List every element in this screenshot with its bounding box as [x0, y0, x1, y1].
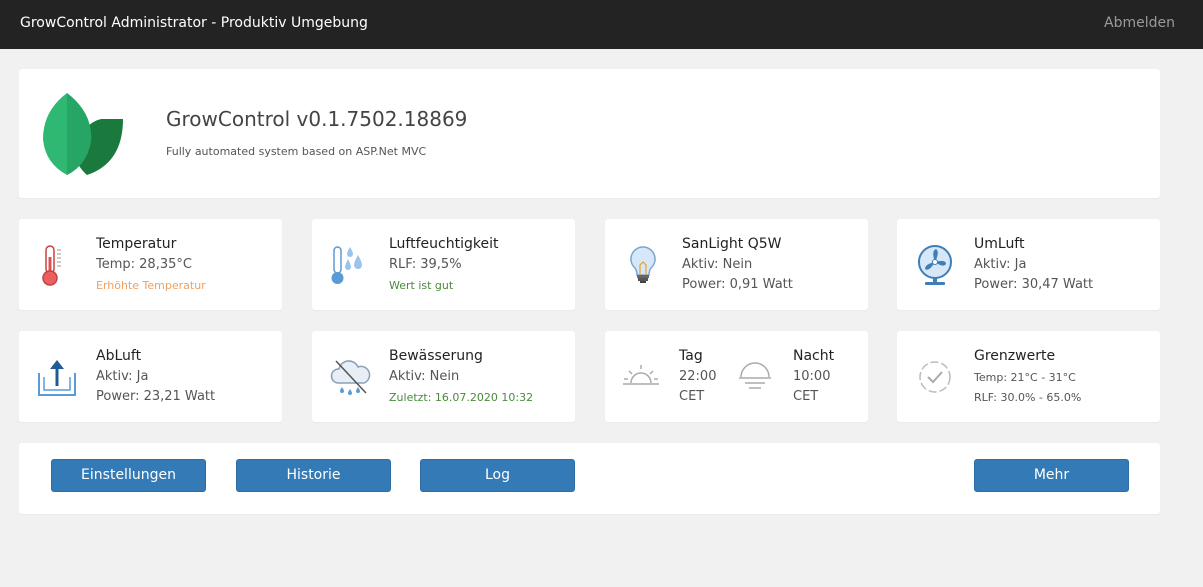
limit-humidity: RLF: 30.0% - 65.0% [974, 391, 1082, 404]
more-button[interactable]: Mehr [974, 459, 1129, 492]
leaf-logo-icon [43, 93, 123, 175]
card-title: Bewässerung [389, 348, 483, 364]
lightbulb-icon [630, 246, 656, 283]
card-grenzwerte: Grenzwerte Temp: 21°C - 31°C RLF: 30.0% … [897, 331, 1160, 422]
card-sanlight: SanLight Q5W Aktiv: Nein Power: 0,91 Wat… [605, 219, 868, 310]
temperature-value: Temp: 28,35°C [96, 257, 192, 272]
irrigation-active: Aktiv: Nein [389, 369, 460, 384]
fan-icon [918, 245, 952, 285]
exhaust-power: Power: 23,21 Watt [96, 389, 216, 404]
app-title[interactable]: GrowControl Administrator - Produktiv Um… [20, 15, 368, 31]
logout-link[interactable]: Abmelden [1104, 15, 1175, 31]
card-abluft: AbLuft Aktiv: Ja Power: 23,21 Watt [19, 331, 282, 422]
day-time: 22:00 [679, 369, 717, 384]
night-title: Nacht [793, 348, 835, 364]
humidity-status: Wert ist gut [389, 279, 454, 292]
limit-temperature: Temp: 21°C - 31°C [974, 371, 1076, 384]
humidity-value: RLF: 39,5% [389, 257, 462, 272]
exhaust-icon [38, 360, 76, 396]
irrigation-last: Zuletzt: 16.07.2020 10:32 [389, 391, 534, 404]
card-luftfeuchtigkeit: Luftfeuchtigkeit RLF: 39,5% Wert ist gut [312, 219, 575, 310]
card-title: Temperatur [96, 236, 177, 252]
action-panel: Einstellungen Historie Log Mehr [19, 443, 1160, 514]
fan-power: Power: 30,47 Watt [974, 277, 1094, 292]
night-time: 10:00 [793, 369, 831, 384]
sunrise-icon [623, 365, 659, 385]
check-circle-icon [919, 361, 951, 393]
sunset-icon [739, 362, 771, 389]
card-tag-nacht: Tag 22:00 CET Nacht 10:00 CET [605, 331, 868, 422]
light-power: Power: 0,91 Watt [682, 277, 793, 292]
header-panel: GrowControl v0.1.7502.18869 Fully automa… [19, 69, 1160, 198]
fan-active: Aktiv: Ja [974, 257, 1027, 272]
exhaust-active: Aktiv: Ja [96, 369, 149, 384]
card-title: AbLuft [96, 348, 142, 364]
settings-button[interactable]: Einstellungen [51, 459, 206, 492]
card-temperatur: Temperatur Temp: 28,35°C Erhöhte Tempera… [19, 219, 282, 310]
card-umluft: UmLuft Aktiv: Ja Power: 30,47 Watt [897, 219, 1160, 310]
card-title: UmLuft [974, 236, 1025, 252]
day-title: Tag [679, 348, 703, 364]
day-timezone: CET [679, 389, 705, 404]
page-subtitle: Fully automated system based on ASP.Net … [166, 145, 427, 158]
night-timezone: CET [793, 389, 819, 404]
rain-cloud-icon [330, 360, 371, 395]
log-button[interactable]: Log [420, 459, 575, 492]
card-title: SanLight Q5W [682, 236, 782, 252]
card-title: Grenzwerte [974, 348, 1056, 364]
history-button[interactable]: Historie [236, 459, 391, 492]
light-active: Aktiv: Nein [682, 257, 753, 272]
card-title: Luftfeuchtigkeit [389, 236, 499, 252]
card-bewaesserung: Bewässerung Aktiv: Nein Zuletzt: 16.07.2… [312, 331, 575, 422]
thermometer-icon [42, 245, 61, 286]
page-title: GrowControl v0.1.7502.18869 [166, 107, 468, 131]
top-navbar: GrowControl Administrator - Produktiv Um… [0, 0, 1203, 49]
humidity-icon [331, 246, 362, 284]
temperature-status: Erhöhte Temperatur [96, 279, 206, 292]
